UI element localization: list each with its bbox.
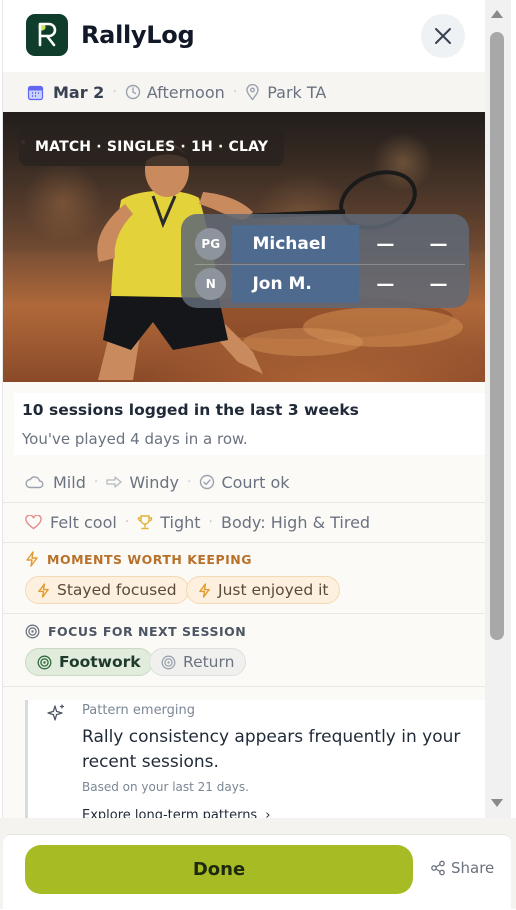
player-badge: PG (195, 228, 227, 260)
set-score: — (376, 233, 395, 255)
target-icon (161, 655, 176, 669)
meta-time: Afternoon (125, 83, 225, 102)
player-badge: N (195, 268, 227, 300)
share-icon (431, 860, 445, 876)
location-label: Park TA (267, 82, 327, 102)
focus-chip-label: Footwork (59, 653, 141, 671)
date-label: Mar 2 (53, 82, 105, 102)
cloud-icon (25, 476, 44, 489)
match-type-tag: MATCH · SINGLES · 1H · CLAY (19, 128, 285, 166)
share-label: Share (451, 859, 495, 877)
divider (3, 686, 485, 687)
close-icon (435, 28, 451, 44)
pattern-text: Rally consistency appears frequently in … (82, 727, 461, 772)
moments-section-label: MOMENTS WORTH KEEPING (25, 551, 252, 567)
condition-weather: Mild (25, 473, 86, 492)
time-label: Afternoon (146, 82, 225, 102)
lightning-icon (26, 551, 38, 567)
pattern-card: Pattern emerging Rally consistency appea… (25, 700, 485, 818)
target-icon (37, 655, 52, 669)
sessions-headline: 10 sessions logged in the last 3 weeks (22, 401, 359, 419)
separator-dot: · (187, 474, 192, 490)
set-score: — (429, 233, 448, 255)
sparkle-icon (47, 704, 65, 721)
condition-court: Court ok (199, 472, 290, 492)
lightning-icon (38, 582, 49, 598)
moments-label: MOMENTS WORTH KEEPING (47, 551, 253, 567)
check-circle-icon (200, 474, 215, 490)
feeling-mood: Felt cool (25, 513, 117, 532)
conditions-row: Mild · Windy · Court ok (3, 465, 485, 499)
heart-icon (25, 514, 42, 529)
focus-chip-label: Return (183, 653, 235, 671)
separator-dot: · (93, 474, 99, 490)
moment-chip-label: Just enjoyed it (218, 581, 329, 599)
streak-subline: You've played 4 days in a row. (22, 430, 248, 448)
done-button[interactable]: Done (25, 845, 413, 894)
scroll-up-icon[interactable] (490, 9, 504, 19)
set-score: — (429, 273, 448, 295)
separator-dot: · (208, 514, 213, 530)
location-pin-icon (246, 83, 259, 101)
meta-location: Park TA (245, 83, 326, 102)
focus-label: FOCUS FOR NEXT SESSION (48, 624, 247, 639)
weather-label: Mild (53, 472, 86, 492)
scroll-down-icon[interactable] (490, 798, 504, 808)
meta-date[interactable]: Mar 2 (27, 83, 104, 102)
divider (3, 502, 485, 503)
calendar-icon (27, 85, 44, 100)
feeling-state: Tight (137, 512, 201, 532)
divider (3, 613, 485, 614)
mood-label: Felt cool (50, 512, 117, 532)
player-row: PG Michael — — (195, 224, 465, 265)
session-meta: Mar 2 · Afternoon · Park TA (3, 72, 485, 112)
target-icon (25, 624, 40, 639)
moment-chip[interactable]: Stayed focused (25, 576, 189, 604)
lightning-icon (199, 582, 210, 598)
share-button[interactable]: Share (430, 859, 494, 877)
explore-link-label: Explore long-term patterns (82, 808, 258, 818)
session-hero-image: MATCH · SINGLES · 1H · CLAY PG Michael —… (3, 112, 485, 382)
player-row: N Jon M. — — (195, 264, 465, 304)
clock-icon (125, 84, 140, 100)
session-stats-card: 10 sessions logged in the last 3 weeks Y… (14, 393, 493, 455)
wind-icon (106, 476, 122, 488)
state-label: Tight (160, 512, 201, 532)
separator-dot: · (112, 84, 117, 100)
close-button[interactable] (421, 14, 465, 58)
set-score: — (376, 273, 395, 295)
wind-label: Windy (129, 472, 179, 492)
focus-chip[interactable]: Footwork (25, 648, 153, 676)
divider (3, 542, 485, 543)
trophy-icon (138, 515, 153, 530)
header: RallyLog (3, 0, 485, 73)
scoreboard: PG Michael — — N Jon M. — — (181, 214, 469, 308)
app-title: RallyLog (81, 21, 195, 49)
separator-dot: · (232, 84, 238, 100)
focus-section-label: FOCUS FOR NEXT SESSION (25, 624, 246, 639)
moment-chip-label: Stayed focused (57, 581, 177, 599)
app-logo (26, 14, 68, 56)
feelings-row: Felt cool · Tight · Body: High & Tired (3, 505, 485, 539)
scrollbar-thumb[interactable] (490, 32, 504, 640)
pattern-label: Pattern emerging (82, 703, 196, 718)
player-name: Michael (232, 225, 359, 263)
condition-wind: Windy (106, 473, 179, 492)
moment-chip[interactable]: Just enjoyed it (186, 576, 341, 604)
separator-dot: · (124, 514, 130, 530)
explore-patterns-link[interactable]: Explore long-term patterns › (82, 808, 270, 818)
chevron-right-icon: › (265, 808, 271, 818)
pattern-note: Based on your last 21 days. (82, 780, 249, 794)
court-label: Court ok (221, 472, 290, 492)
body-label: Body: High & Tired (221, 512, 371, 532)
player-name: Jon M. (232, 265, 359, 303)
focus-chip[interactable]: Return (149, 648, 247, 676)
